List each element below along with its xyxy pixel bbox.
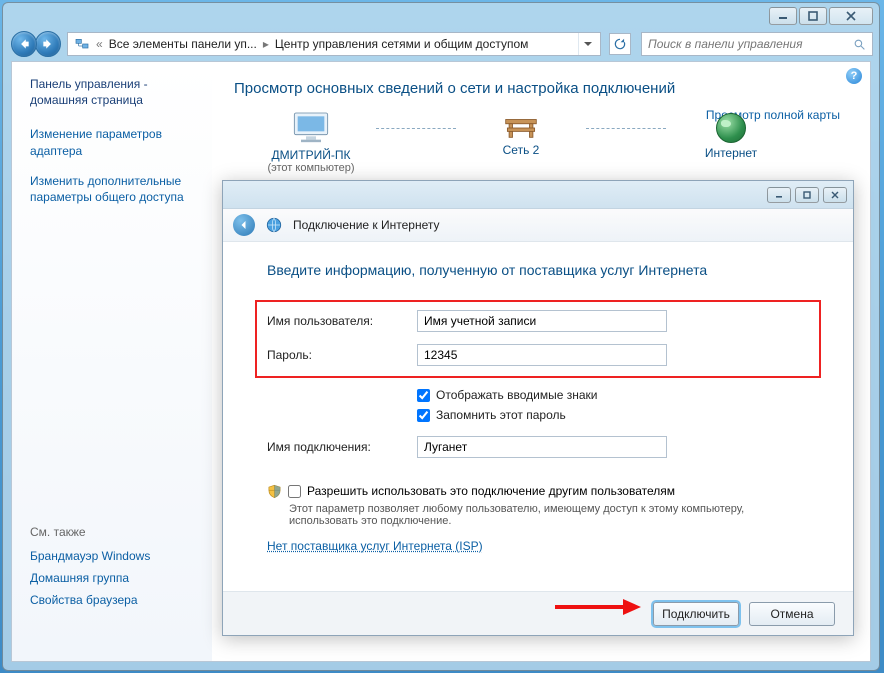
- map-line-icon: [586, 128, 666, 129]
- page-title: Просмотр основных сведений о сети и наст…: [234, 80, 848, 97]
- sidebar-link-sharing[interactable]: Изменить дополнительные параметры общего…: [30, 173, 202, 205]
- dialog-titlebar: [223, 181, 853, 209]
- explorer-toolbar: « Все элементы панели уп... ▸ Центр упра…: [3, 29, 879, 59]
- internet-wizard-icon: [265, 216, 283, 234]
- show-characters-checkbox[interactable]: [417, 389, 430, 402]
- cancel-button-label: Отмена: [770, 607, 813, 621]
- remember-password-label: Запомнить этот пароль: [436, 408, 566, 422]
- search-placeholder: Поиск в панели управления: [648, 37, 803, 51]
- dialog-header: Подключение к Интернету: [223, 209, 853, 242]
- address-dropdown-button[interactable]: [578, 33, 596, 55]
- address-bar[interactable]: « Все элементы панели уп... ▸ Центр упра…: [67, 32, 601, 56]
- highlight-credentials: Имя пользователя: Пароль:: [255, 300, 821, 378]
- username-label: Имя пользователя:: [267, 314, 417, 328]
- connection-name-label: Имя подключения:: [267, 440, 417, 454]
- remember-password-checkbox[interactable]: [417, 409, 430, 422]
- connect-button-label: Подключить: [662, 607, 730, 621]
- node-pc-sub: (этот компьютер): [256, 162, 366, 174]
- outer-titlebar: [3, 3, 879, 29]
- show-characters-label: Отображать вводимые знаки: [436, 388, 597, 402]
- allow-others-label: Разрешить использовать это подключение д…: [307, 484, 675, 498]
- connect-button[interactable]: Подключить: [653, 602, 739, 626]
- node-inet-label: Интернет: [676, 146, 786, 160]
- globe-icon: [716, 113, 746, 143]
- dialog-maximize-button[interactable]: [795, 187, 819, 203]
- red-arrow-annotation-icon: [553, 597, 643, 617]
- connect-internet-dialog: Подключение к Интернету Введите информац…: [222, 180, 854, 636]
- password-field[interactable]: [417, 344, 667, 366]
- node-net-label: Сеть 2: [466, 143, 576, 157]
- breadcrumb-item-2[interactable]: Центр управления сетями и общим доступом: [275, 37, 529, 51]
- search-input[interactable]: Поиск в панели управления: [641, 32, 873, 56]
- dialog-body: Введите информацию, полученную от постав…: [223, 242, 853, 591]
- dialog-minimize-button[interactable]: [767, 187, 791, 203]
- sublink-homegroup[interactable]: Домашняя группа: [30, 571, 202, 585]
- dialog-back-button[interactable]: [233, 214, 255, 236]
- nav-back-button[interactable]: [11, 31, 37, 57]
- search-icon: [853, 38, 866, 51]
- password-label: Пароль:: [267, 348, 417, 362]
- sidebar-home-link[interactable]: Панель управления - домашняя страница: [30, 76, 202, 108]
- sidebar: Панель управления - домашняя страница Из…: [12, 62, 212, 661]
- nav-forward-button[interactable]: [35, 31, 61, 57]
- dialog-close-button[interactable]: [823, 187, 847, 203]
- node-network[interactable]: Сеть 2: [466, 116, 576, 169]
- dialog-footer: Подключить Отмена: [223, 591, 853, 635]
- allow-others-checkbox[interactable]: [288, 485, 301, 498]
- minimize-button[interactable]: [769, 7, 797, 25]
- close-button[interactable]: [829, 7, 873, 25]
- wizard-title: Подключение к Интернету: [293, 218, 440, 232]
- maximize-button[interactable]: [799, 7, 827, 25]
- refresh-button[interactable]: [609, 33, 631, 55]
- shield-icon: [267, 484, 282, 499]
- network-icon: [504, 116, 538, 140]
- sublink-firewall[interactable]: Брандмауэр Windows: [30, 549, 202, 563]
- monitor-icon: [291, 111, 331, 145]
- map-line-icon: [376, 128, 456, 129]
- network-sharing-icon: [74, 36, 90, 52]
- sublink-browser[interactable]: Свойства браузера: [30, 593, 202, 607]
- node-pc-label: ДМИТРИЙ-ПК: [256, 148, 366, 162]
- connection-name-field[interactable]: [417, 436, 667, 458]
- breadcrumb-root-chevron-icon: «: [96, 37, 103, 51]
- breadcrumb-sep-icon: ▸: [263, 37, 269, 51]
- dialog-heading: Введите информацию, полученную от постав…: [267, 262, 809, 278]
- breadcrumb-item-1[interactable]: Все элементы панели уп...: [109, 37, 257, 51]
- node-this-pc[interactable]: ДМИТРИЙ-ПК (этот компьютер): [256, 111, 366, 174]
- see-also-heading: См. также: [30, 525, 202, 539]
- username-field[interactable]: [417, 310, 667, 332]
- cancel-button[interactable]: Отмена: [749, 602, 835, 626]
- no-isp-link[interactable]: Нет поставщика услуг Интернета (ISP): [267, 539, 483, 553]
- allow-others-hint: Этот параметр позволяет любому пользоват…: [289, 503, 809, 527]
- sidebar-link-adapters[interactable]: Изменение параметров адаптера: [30, 126, 202, 158]
